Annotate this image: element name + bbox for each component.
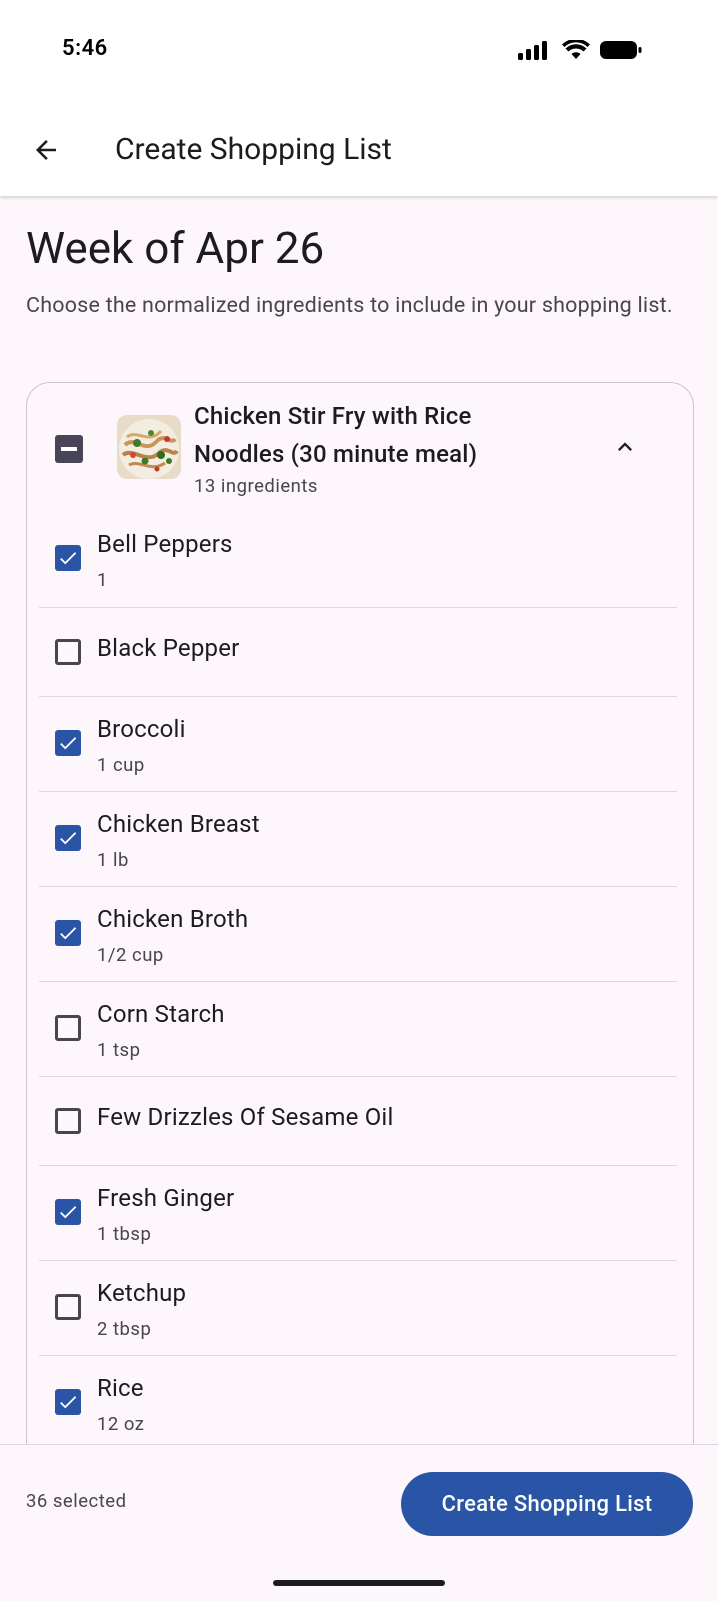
cellular-signal-icon	[518, 41, 547, 60]
create-shopping-list-button[interactable]: Create Shopping List	[401, 1472, 693, 1536]
status-time: 5:46	[62, 36, 108, 61]
check-icon	[60, 737, 77, 750]
check-icon	[60, 552, 77, 565]
check-icon	[60, 927, 77, 940]
selected-count: 36 selected	[26, 1490, 127, 1512]
status-icons	[518, 40, 642, 60]
recipe-checkbox-partial[interactable]	[55, 435, 83, 463]
ingredient-name: Bell Peppers	[97, 530, 233, 558]
main-content: Week of Apr 26 Choose the normalized ing…	[0, 196, 718, 1444]
recipe-header[interactable]: Chicken Stir Fry with Rice Noodles (30 m…	[27, 383, 693, 513]
check-icon	[60, 832, 77, 845]
ingredient-quantity: 1 tbsp	[97, 1223, 152, 1245]
ingredient-row[interactable]: Fresh Ginger 1 tbsp	[39, 1165, 677, 1261]
ingredient-checkbox-checked[interactable]	[55, 1389, 81, 1415]
collapse-button[interactable]	[607, 429, 643, 465]
ingredient-quantity: 1 cup	[97, 754, 145, 776]
page-title: Create Shopping List	[115, 132, 392, 167]
ingredient-checkbox-checked[interactable]	[55, 920, 81, 946]
ingredient-row[interactable]: Rice 12 oz	[39, 1355, 677, 1444]
check-icon	[60, 1206, 77, 1219]
ingredient-row[interactable]: Corn Starch 1 tsp	[39, 981, 677, 1077]
ingredient-checkbox-checked[interactable]	[55, 825, 81, 851]
ingredient-row[interactable]: Ketchup 2 tbsp	[39, 1260, 677, 1356]
recipe-thumbnail	[117, 415, 181, 479]
ingredient-quantity: 1/2 cup	[97, 944, 164, 966]
ingredient-name: Ketchup	[97, 1279, 187, 1307]
ingredient-checkbox-checked[interactable]	[55, 730, 81, 756]
ingredient-quantity: 12 oz	[97, 1413, 145, 1435]
battery-icon	[600, 41, 642, 59]
ingredient-checkbox-unchecked[interactable]	[55, 639, 81, 665]
app-bar: Create Shopping List	[0, 100, 718, 196]
back-button[interactable]	[22, 126, 70, 174]
recipe-image	[117, 415, 181, 479]
ingredient-quantity: 1 lb	[97, 849, 129, 871]
ingredient-name: Fresh Ginger	[97, 1184, 235, 1212]
ingredient-quantity: 2 tbsp	[97, 1318, 152, 1340]
check-icon	[60, 1396, 77, 1409]
ingredient-checkbox-unchecked[interactable]	[55, 1015, 81, 1041]
ingredient-checkbox-checked[interactable]	[55, 1199, 81, 1225]
ingredient-quantity: 1	[97, 569, 108, 591]
ingredient-name: Corn Starch	[97, 1000, 225, 1028]
ingredient-row[interactable]: Few Drizzles Of Sesame Oil	[39, 1076, 677, 1166]
ingredient-name: Rice	[97, 1374, 144, 1402]
arrow-left-icon	[36, 140, 56, 160]
ingredient-row[interactable]: Broccoli 1 cup	[39, 696, 677, 792]
page-subtitle: Choose the normalized ingredients to inc…	[26, 293, 673, 318]
ingredient-row[interactable]: Black Pepper	[39, 607, 677, 697]
recipe-ingredient-count: 13 ingredients	[194, 475, 318, 497]
status-bar: 5:46	[0, 0, 718, 100]
recipe-card: Chicken Stir Fry with Rice Noodles (30 m…	[26, 382, 694, 1444]
ingredient-name: Black Pepper	[97, 634, 240, 662]
wifi-icon	[562, 40, 590, 59]
ingredient-checkbox-unchecked[interactable]	[55, 1294, 81, 1320]
ingredient-quantity: 1 tsp	[97, 1039, 141, 1061]
week-title: Week of Apr 26	[26, 222, 325, 274]
chevron-up-icon	[618, 442, 632, 451]
recipe-name: Chicken Stir Fry with Rice Noodles (30 m…	[194, 402, 478, 468]
ingredient-row[interactable]: Chicken Breast 1 lb	[39, 791, 677, 887]
ingredient-name: Few Drizzles Of Sesame Oil	[97, 1103, 394, 1131]
ingredient-name: Chicken Broth	[97, 905, 249, 933]
ingredient-row[interactable]: Bell Peppers 1	[39, 513, 677, 608]
bottom-action-bar: 36 selected Create Shopping List	[0, 1444, 718, 1601]
ingredient-name: Chicken Breast	[97, 810, 260, 838]
home-indicator[interactable]	[273, 1580, 445, 1586]
ingredient-checkbox-checked[interactable]	[55, 545, 81, 571]
ingredient-name: Broccoli	[97, 715, 186, 743]
ingredient-checkbox-unchecked[interactable]	[55, 1108, 81, 1134]
ingredient-row[interactable]: Chicken Broth 1/2 cup	[39, 886, 677, 982]
